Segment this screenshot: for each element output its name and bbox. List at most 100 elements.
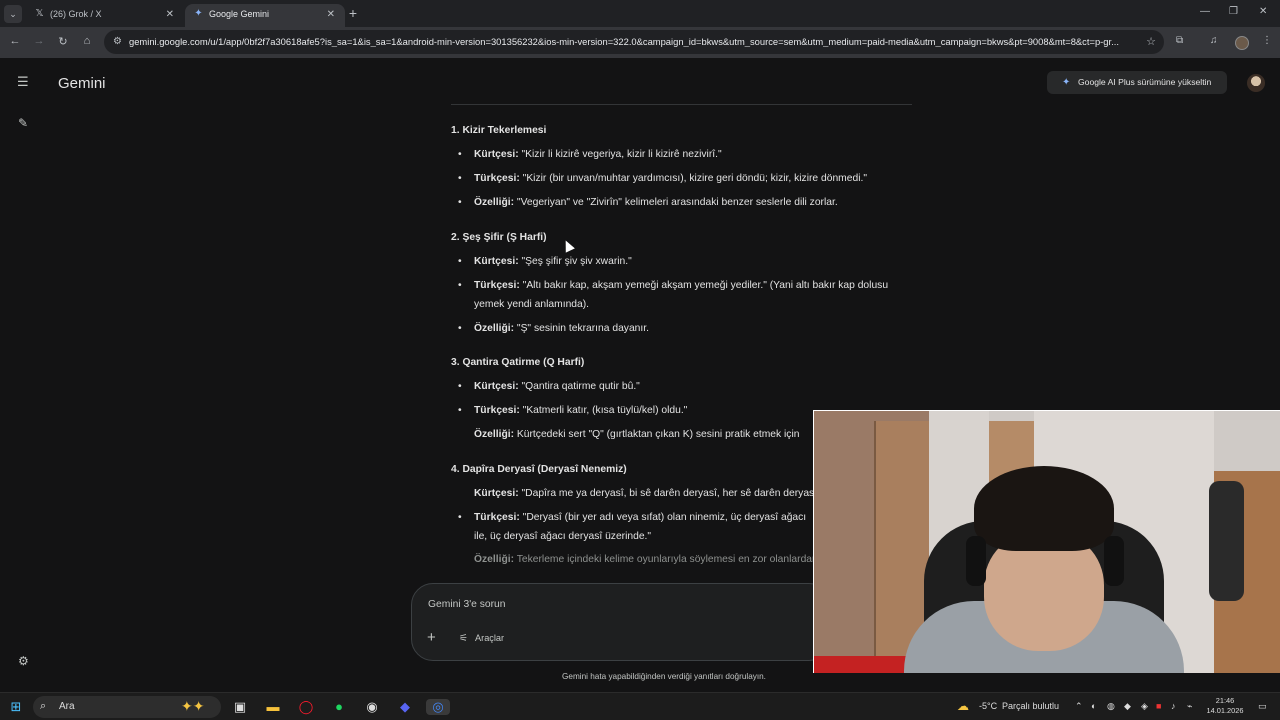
weather-desc[interactable]: Parçalı bulutlu <box>1002 701 1059 711</box>
reload-icon[interactable]: ↻ <box>56 35 70 48</box>
chrome-icon[interactable]: ◎ <box>426 699 450 715</box>
bookmark-star-icon[interactable]: ☆ <box>1146 35 1156 48</box>
tray-discord-icon[interactable]: ◆ <box>1124 701 1131 712</box>
tray-app-icon[interactable]: ■ <box>1156 701 1161 711</box>
item-key: Özelliği: <box>474 554 515 565</box>
spark-icon: ✦ <box>1062 77 1071 88</box>
prompt-input[interactable]: Gemini 3'e sorun <box>428 599 506 610</box>
back-arrow-icon[interactable]: ← <box>8 35 22 47</box>
tab-label: Google Gemini <box>209 9 270 19</box>
tab-label: (26) Grok / X <box>50 9 102 19</box>
taskbar-search-input[interactable]: Ara <box>59 701 75 712</box>
profile-avatar[interactable] <box>1235 36 1249 50</box>
windows-start-icon[interactable]: ⊞ <box>7 699 25 715</box>
clock-date: 14.01.2026 <box>1206 706 1244 715</box>
discord-icon[interactable]: ◆ <box>396 699 414 715</box>
item-key: Kürtçesi: <box>474 149 519 160</box>
item-key: Türkçesi: <box>474 173 520 184</box>
extensions-puzzle-icon[interactable]: ⧉ <box>1176 35 1183 46</box>
new-tab-button[interactable]: + <box>346 5 360 21</box>
item-text: "Qantira qatirme qutir bû." <box>518 381 640 392</box>
task-view-icon[interactable]: ▣ <box>231 699 249 715</box>
clock-time: 21:46 <box>1215 696 1235 705</box>
upgrade-label: Google AI Plus sürümüne yükseltin <box>1078 77 1212 87</box>
taskbar-search[interactable]: ⌕ Ara ✦✦ <box>33 696 221 718</box>
app-title: Gemini <box>58 75 106 92</box>
list-item: • Türkçesi: "Deryasî (bir yer adı veya sı… <box>458 512 807 542</box>
item-text: "Şeş şifir şiv şiv xwarin." <box>518 256 632 267</box>
url-text[interactable]: gemini.google.com/u/1/app/0bf2f7a30618af… <box>129 36 1134 47</box>
address-bar[interactable]: ⚙ gemini.google.com/u/1/app/0bf2f7a30618… <box>104 30 1164 54</box>
notifications-icon[interactable]: ▭ <box>1258 701 1267 712</box>
prompt-composer[interactable]: Gemini 3'e sorun + ⚟ Araçlar <box>411 583 831 661</box>
app-icon[interactable]: ◉ <box>363 699 381 715</box>
network-icon[interactable]: ⌁ <box>1187 701 1192 712</box>
list-item: •Kürtçesi: "Dapîra me ya deryasî, bi sê … <box>474 484 854 503</box>
forward-arrow-icon[interactable]: → <box>32 35 46 47</box>
list-item: • Kürtçesi: "Qantira qatirme qutir bû." <box>458 381 640 392</box>
tab-grok-x[interactable]: 𝕏 (26) Grok / X ✕ <box>26 4 184 27</box>
upgrade-button[interactable]: ✦ Google AI Plus sürümüne yükseltin <box>1047 71 1227 94</box>
item-text: "Altı bakır kap, akşam yemeği akşam yeme… <box>474 280 889 310</box>
new-chat-edit-icon[interactable]: ✎ <box>18 116 28 130</box>
tray-app-icon[interactable]: ◐ <box>1091 701 1096 711</box>
minimize-icon[interactable]: — <box>1200 6 1210 17</box>
tray-app-icon[interactable]: ◈ <box>1141 701 1148 712</box>
close-tab-icon[interactable]: ✕ <box>327 5 335 24</box>
response-divider <box>451 104 912 105</box>
list-item: • Kürtçesi: "Kizir li kizirê vegeriya, ki… <box>458 149 722 160</box>
section-heading: 3. Qantira Qatirme (Q Harfi) <box>451 357 585 368</box>
tray-overflow-chevron-icon[interactable]: ⌃ <box>1075 701 1083 712</box>
list-item: • Kürtçesi: "Şeş şifir şiv şiv xwarin." <box>458 256 632 267</box>
list-item: • Özelliği: "Ş" sesinin tekrarına dayanır… <box>458 323 649 334</box>
item-text: "Vegeriyan" ve "Zivirîn" kelimeleri aras… <box>514 197 838 208</box>
list-item: • Türkçesi: "Kizir (bir unvan/muhtar yard… <box>458 173 868 184</box>
settings-gear-icon[interactable]: ⚙ <box>18 654 29 668</box>
site-settings-icon[interactable]: ⚙ <box>113 36 122 47</box>
section-heading: 1. Kizir Tekerlemesi <box>451 125 547 136</box>
item-key: Özelliği: <box>474 197 515 208</box>
main-menu-hamburger-icon[interactable]: ☰ <box>17 74 29 90</box>
home-icon[interactable]: ⌂ <box>80 35 94 47</box>
browser-toolbar: ← → ↻ ⌂ ⚙ gemini.google.com/u/1/app/0bf2… <box>0 27 1280 58</box>
tab-google-gemini[interactable]: ✦ Google Gemini ✕ <box>185 4 345 27</box>
browser-menu-kebab-icon[interactable]: ⋮ <box>1262 35 1272 46</box>
gemini-spark-icon: ✦ <box>194 8 203 19</box>
item-text: "Kizir li kizirê vegeriya, kizir li kizi… <box>518 149 722 160</box>
browser-tab-strip: ⌄ 𝕏 (26) Grok / X ✕ ✦ Google Gemini ✕ + … <box>0 0 1280 27</box>
item-key: Kürtçesi: <box>474 256 519 267</box>
close-window-icon[interactable]: ✕ <box>1259 6 1267 17</box>
webcam-overlay <box>813 410 1280 673</box>
section-heading: 4. Dapîra Deryasî (Deryasî Nenemiz) <box>451 464 627 475</box>
account-avatar[interactable] <box>1247 74 1265 92</box>
tools-button[interactable]: Araçlar <box>475 633 504 643</box>
restore-icon[interactable]: ❐ <box>1229 6 1238 17</box>
item-key: Kürtçesi: <box>474 488 519 499</box>
section-heading: 2. Şeş Şifir (Ş Harfi) <box>451 232 547 243</box>
list-item: •Özelliği: Kürtçedeki sert "Q" (gırtlakt… <box>474 425 854 444</box>
search-icon: ⌕ <box>40 700 47 712</box>
item-text: "Ş" sesinin tekrarına dayanır. <box>514 323 649 334</box>
tab-search-chevron-icon[interactable]: ⌄ <box>4 5 22 23</box>
item-key: Özelliği: <box>474 323 515 334</box>
item-key: Türkçesi: <box>474 512 520 523</box>
tray-app-icon[interactable]: ◍ <box>1107 701 1115 712</box>
media-controls-icon[interactable]: ♫ <box>1210 35 1218 46</box>
list-item: • Türkçesi: "Altı bakır kap, akşam yemeği… <box>458 280 889 310</box>
opera-icon[interactable]: ◯ <box>297 699 315 715</box>
close-tab-icon[interactable]: ✕ <box>166 5 174 24</box>
disclaimer-text: Gemini hata yapabildiğinden verdiği yanı… <box>562 672 766 681</box>
list-item: • Özelliği: "Vegeriyan" ve "Zivirîn" keli… <box>458 197 838 208</box>
spotify-icon[interactable]: ● <box>330 699 348 715</box>
x-logo-icon: 𝕏 <box>35 8 44 19</box>
item-text: "Dapîra me ya deryasî, bi sê darên derya… <box>518 488 821 499</box>
list-item: •Özelliği: Tekerleme içindeki kelime oyu… <box>474 550 854 569</box>
file-explorer-icon[interactable]: ▬ <box>264 699 282 715</box>
volume-icon[interactable]: ♪ <box>1171 701 1176 711</box>
tools-sliders-icon[interactable]: ⚟ <box>459 633 468 644</box>
item-key: Türkçesi: <box>474 280 520 291</box>
item-key: Kürtçesi: <box>474 381 519 392</box>
weather-temp[interactable]: -5°C <box>979 701 997 711</box>
add-attachment-plus-icon[interactable]: + <box>427 629 436 646</box>
system-clock[interactable]: 21:46 14.01.2026 <box>1205 696 1245 716</box>
